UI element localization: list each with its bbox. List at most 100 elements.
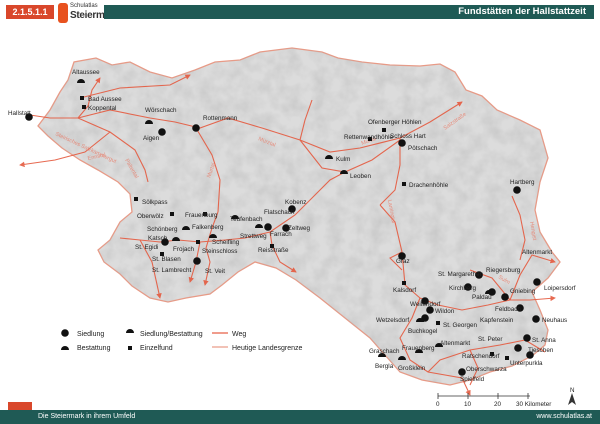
- legend-einzelfund-icon: [128, 346, 132, 350]
- place-label: Strettweg: [240, 233, 267, 240]
- place-label: Riegersburg: [486, 267, 521, 274]
- place-label: Altenmarkt: [522, 249, 552, 256]
- legend-siedlung-bestattung-icon: [126, 329, 134, 333]
- place-label: Kirchberg: [449, 285, 476, 292]
- siedlung-marker[interactable]: [398, 139, 406, 147]
- place-label: Schloss Hart: [390, 133, 426, 140]
- place-label: Paldau: [472, 294, 492, 301]
- scalebar: 0 10 20 30 Kilometer N: [436, 387, 576, 408]
- place-label: Oberwölz: [137, 213, 164, 220]
- scale-tick: 20: [494, 401, 502, 408]
- place-label: St. Egidi: [135, 244, 158, 251]
- footer: Die Steiermark in ihrem Umfeld www.schul…: [0, 410, 600, 424]
- einzelfund-marker[interactable]: [402, 182, 406, 186]
- place-label: Reisstraße: [258, 247, 289, 254]
- page-title: Fundstätten der Hallstattzeit: [458, 6, 586, 17]
- footer-link[interactable]: www.schulatlas.at: [536, 410, 592, 424]
- place-label: Hartberg: [510, 179, 535, 186]
- place-label: Leoben: [350, 173, 372, 180]
- legend-siedlung: Siedlung: [77, 331, 104, 338]
- place-label: Pötschach: [408, 145, 438, 152]
- place-label: Aigen: [143, 135, 160, 142]
- einzelfund-marker[interactable]: [134, 197, 138, 201]
- einzelfund-marker[interactable]: [505, 356, 509, 360]
- place-label: Buchkogel: [408, 328, 437, 335]
- place-label: St. Anna: [532, 337, 556, 344]
- scale-tick: 0: [436, 401, 440, 408]
- einzelfund-marker[interactable]: [382, 128, 386, 132]
- legend-einzelfund: Einzelfund: [140, 345, 173, 352]
- brand-top: Schulatlas: [70, 3, 98, 9]
- siedlung-marker[interactable]: [264, 223, 272, 231]
- place-label: Altenmarkt: [440, 340, 470, 347]
- place-label: Bergla: [375, 363, 394, 370]
- einzelfund-marker[interactable]: [402, 281, 406, 285]
- north-label: N: [570, 387, 575, 394]
- place-label: Loipersdorf: [544, 285, 576, 292]
- place-label: Kobenz: [285, 199, 306, 206]
- place-label: Frauenburg: [185, 212, 218, 219]
- schulatlas-logo-icon: [58, 3, 68, 23]
- place-label: Unterpurkla: [510, 360, 543, 367]
- legend: Siedlung Bestattung Siedlung/Bestattung …: [61, 329, 303, 352]
- siedlung-marker[interactable]: [523, 334, 531, 342]
- einzelfund-marker[interactable]: [80, 96, 84, 100]
- place-label: Rottenmann: [203, 115, 238, 122]
- siedlung-marker[interactable]: [192, 124, 200, 132]
- place-label: Kulm: [336, 156, 350, 163]
- place-label: St. Margarethen: [438, 271, 484, 278]
- place-label: Bad Aussee: [88, 96, 122, 103]
- place-label: St. Georgen: [443, 322, 477, 329]
- place-label: Wörschach: [145, 107, 177, 114]
- title-bar: Fundstätten der Hallstattzeit: [104, 5, 594, 19]
- place-label: Rettenwandhöhle: [344, 134, 394, 141]
- scale-tick: 10: [464, 401, 472, 408]
- legend-weg: Weg: [232, 331, 246, 338]
- place-label: Wetzelsdorf: [376, 317, 409, 324]
- place-label: Scheifling: [212, 239, 240, 246]
- siedlung-marker[interactable]: [514, 344, 522, 352]
- place-label: Weitendorf: [410, 301, 441, 308]
- place-label: Tieschen: [528, 347, 554, 354]
- legend-bestattung-icon: [61, 346, 69, 350]
- place-label: St. Veit: [205, 268, 225, 275]
- einzelfund-marker[interactable]: [82, 105, 86, 109]
- legend-bestattung: Bestattung: [77, 345, 111, 352]
- place-label: Hallstatt: [8, 110, 31, 117]
- place-label: Kapfenstein: [480, 317, 514, 324]
- siedlung-marker[interactable]: [193, 257, 201, 265]
- header: 2.1.5.1.1 Schulatlas Steiermark Fundstät…: [0, 0, 600, 25]
- einzelfund-marker[interactable]: [196, 240, 200, 244]
- siedlung-marker[interactable]: [532, 315, 540, 323]
- place-label: Feldbach: [495, 306, 521, 313]
- einzelfund-marker[interactable]: [436, 321, 440, 325]
- place-label: Frauenberg: [402, 345, 435, 352]
- scale-tick: 30 Kilometer: [516, 401, 551, 408]
- place-label: Wildon: [435, 308, 455, 315]
- siedlung-marker[interactable]: [458, 368, 466, 376]
- place-label: Flatschach: [264, 209, 295, 216]
- siedlung-marker[interactable]: [158, 128, 166, 136]
- north-arrow-icon: [568, 393, 576, 405]
- siedlung-marker[interactable]: [533, 278, 541, 286]
- siedlung-marker[interactable]: [513, 186, 521, 194]
- place-label: Altaussee: [72, 69, 100, 76]
- map: Steirisches Salzkammergut Ennstal Palten…: [8, 47, 576, 408]
- place-label: Ofenberger Höhlen: [368, 119, 422, 126]
- legend-siedlung-bestattung: Siedlung/Bestattung: [140, 331, 203, 338]
- place-label: Sölkpass: [142, 199, 168, 206]
- siedlung-marker[interactable]: [501, 293, 509, 301]
- place-label: Oberschwarza: [466, 366, 507, 373]
- place-label: St. Peter: [478, 336, 503, 343]
- place-label: Katsch: [148, 235, 168, 242]
- place-label: Kalsdorf: [393, 287, 416, 294]
- place-label: St. Lambrecht: [152, 267, 191, 274]
- place-label: Drachenhöhle: [409, 182, 449, 189]
- einzelfund-marker[interactable]: [170, 212, 174, 216]
- place-label: Koppental: [88, 105, 116, 112]
- brand-logo[interactable]: Schulatlas Steiermark: [58, 2, 119, 24]
- place-label: Steinschloss: [202, 248, 237, 255]
- place-label: Gniebing: [510, 288, 536, 295]
- place-label: Farrach: [270, 231, 292, 238]
- place-label: Falkenberg: [192, 224, 224, 231]
